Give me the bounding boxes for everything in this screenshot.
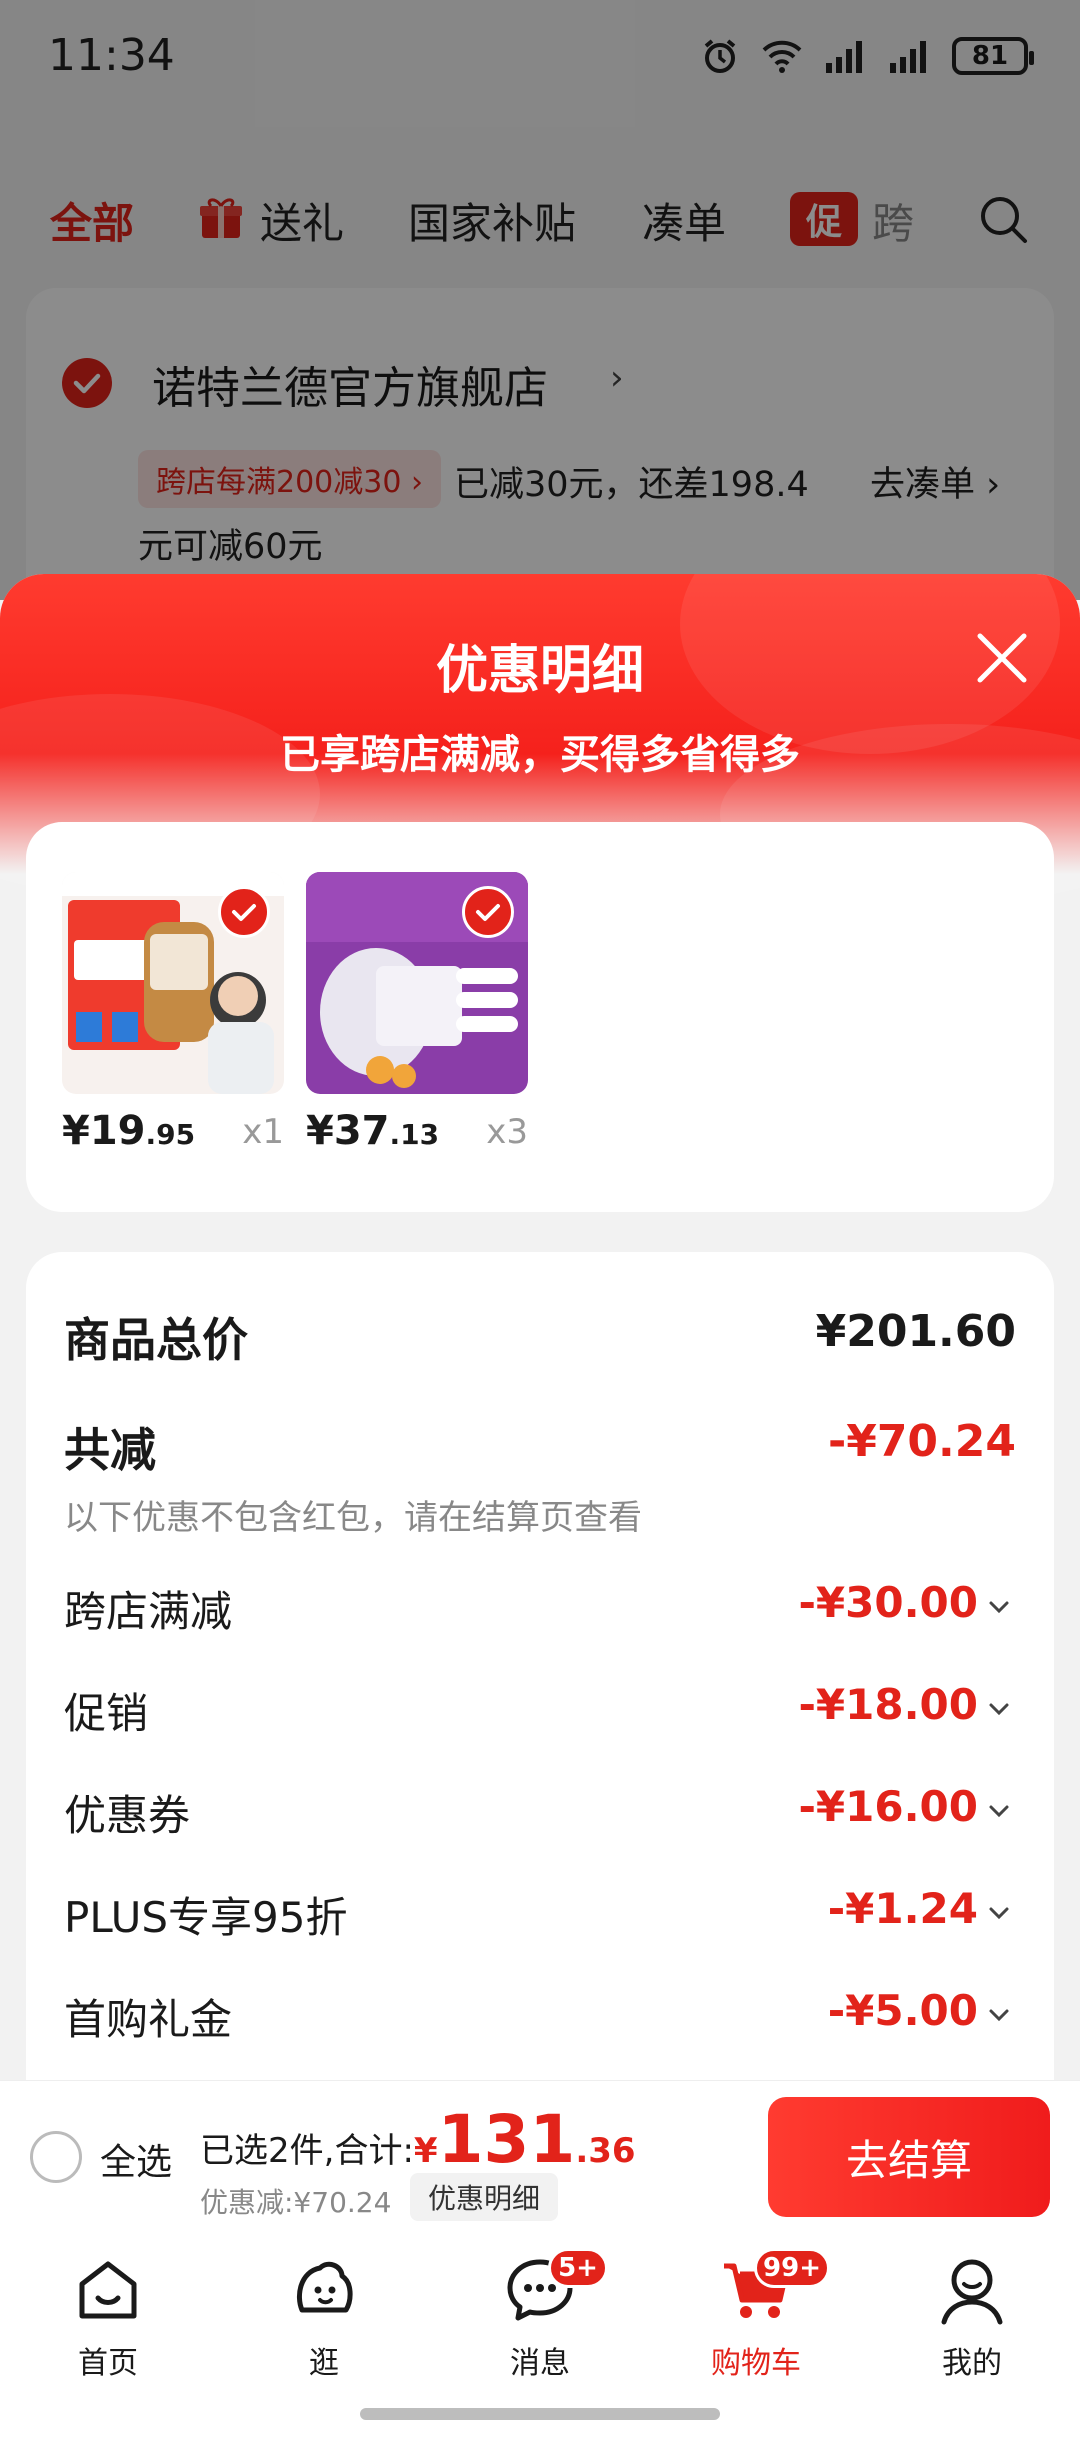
chevron-down-icon[interactable] <box>988 1702 1010 1716</box>
discount-row-value: -¥1.24 <box>827 1884 978 1933</box>
home-indicator[interactable] <box>360 2408 720 2420</box>
discount-summary: 优惠减:¥70.24 <box>200 2186 392 2219</box>
discount-row-label: 优惠券 <box>64 1791 191 1840</box>
sheet-subtitle: 已享跨店满减，买得多省得多 <box>280 732 800 778</box>
chevron-down-icon[interactable] <box>988 1600 1010 1614</box>
total-summary: 已选2件,合计:¥131.36 <box>200 2101 636 2178</box>
nav-label: 逛 <box>309 2346 339 2381</box>
discount-row-label: 首购礼金 <box>64 1995 233 2044</box>
browse-icon <box>296 2261 353 2313</box>
selected-products-card: ¥19.95 x1 ¥37.13 x3 <box>26 822 1054 1212</box>
dim-overlay[interactable] <box>0 0 1080 600</box>
check-icon <box>232 904 256 921</box>
discount-detail-button[interactable]: 优惠明细 <box>410 2173 559 2221</box>
discount-row-value: -¥5.00 <box>827 1986 978 2035</box>
nav-item-browse[interactable]: 逛 <box>244 2254 404 2384</box>
home-icon <box>79 2261 137 2319</box>
total-price-value: ¥201.60 <box>815 1306 1016 1357</box>
total-price-label: 商品总价 <box>64 1313 248 1367</box>
select-all-label[interactable]: 全选 <box>100 2133 172 2185</box>
select-all-checkbox[interactable] <box>30 2131 82 2183</box>
product-selected-check[interactable] <box>462 886 514 938</box>
discount-row-value: -¥18.00 <box>798 1680 978 1729</box>
product-quantity: x1 <box>242 1112 284 1152</box>
total-reduced-value: -¥70.24 <box>827 1416 1016 1467</box>
product-quantity: x3 <box>486 1112 528 1152</box>
chevron-down-icon[interactable] <box>988 1906 1010 1920</box>
discount-row-label: PLUS专享95折 <box>64 1893 348 1942</box>
checkout-bar: 全选 已选2件,合计:¥131.36 优惠减:¥70.24 优惠明细 去结算 <box>0 2080 1080 2236</box>
selected-count-text: 已选2件,合计: <box>200 2131 414 2171</box>
product-price: ¥19.95 <box>62 1108 196 1154</box>
discount-row-label: 跨店满减 <box>64 1587 233 1636</box>
total-amount: 131 <box>437 2101 576 2178</box>
nav-item-home[interactable]: 首页 <box>28 2254 188 2384</box>
discount-row-value: -¥16.00 <box>798 1782 978 1831</box>
checkout-button[interactable]: 去结算 <box>768 2097 1050 2217</box>
nav-label: 购物车 <box>711 2346 801 2381</box>
nav-item-profile[interactable]: 我的 <box>892 2254 1052 2384</box>
nav-item-cart[interactable]: 99+ 购物车 <box>676 2248 836 2384</box>
nav-label: 消息 <box>510 2346 570 2381</box>
total-reduced-label: 共减 <box>64 1423 156 1477</box>
chevron-down-icon[interactable] <box>988 2008 1010 2022</box>
nav-label: 首页 <box>78 2346 138 2381</box>
product-selected-check[interactable] <box>218 886 270 938</box>
discount-note: 以下优惠不包含红包，请在结算页查看 <box>64 1498 642 1538</box>
nav-item-messages[interactable]: 5+ 消息 <box>460 2248 620 2384</box>
product-price: ¥37.13 <box>306 1108 440 1154</box>
close-icon[interactable] <box>970 626 1034 690</box>
cart-badge: 99+ <box>754 2248 830 2288</box>
profile-icon <box>941 2259 1003 2325</box>
check-icon <box>476 904 500 921</box>
sheet-title: 优惠明细 <box>435 641 644 701</box>
discount-row-value: -¥30.00 <box>798 1578 978 1627</box>
discount-row-label: 促销 <box>64 1689 149 1738</box>
price-details-card: 商品总价 ¥201.60 共减 -¥70.24 以下优惠不包含红包，请在结算页查… <box>26 1252 1054 2152</box>
chevron-down-icon[interactable] <box>988 1804 1010 1818</box>
message-badge: 5+ <box>548 2248 608 2288</box>
nav-label: 我的 <box>942 2346 1002 2381</box>
